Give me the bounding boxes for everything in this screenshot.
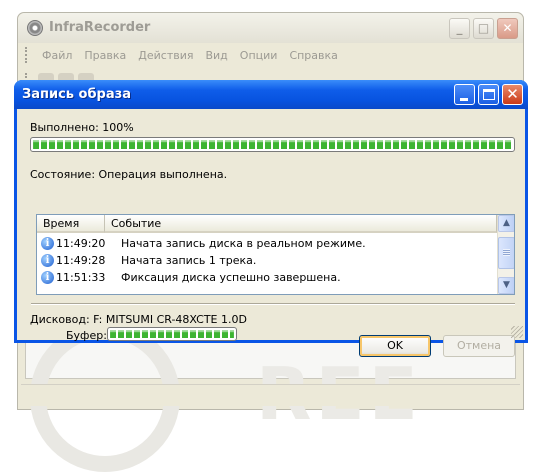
log-event: Фиксация диска успешно завершена.	[121, 271, 341, 284]
cancel-button[interactable]: Отмена	[443, 335, 515, 357]
dialog-title: Запись образа	[22, 87, 131, 102]
log-scrollbar[interactable]: ▲ ▼	[497, 215, 514, 294]
scroll-up-icon[interactable]: ▲	[498, 215, 514, 232]
log-time: 11:51:33	[56, 271, 106, 284]
info-icon: i	[41, 271, 54, 284]
total-progress-fill	[33, 140, 512, 149]
log-time: 11:49:28	[56, 254, 106, 267]
maximize-icon	[483, 89, 495, 100]
close-icon: ✕	[506, 85, 519, 103]
menu-help[interactable]: Справка	[283, 49, 343, 62]
menu-edit[interactable]: Правка	[78, 49, 132, 62]
main-titlebar[interactable]: InfraRecorder _ □ ✕	[18, 13, 523, 43]
menu-actions[interactable]: Действия	[132, 49, 199, 62]
buffer-progress-bar	[107, 327, 237, 341]
main-close-button[interactable]: ✕	[497, 18, 518, 39]
status-label: Состояние: Операция выполнена.	[30, 168, 228, 181]
ok-button[interactable]: OK	[359, 335, 431, 357]
event-log-list[interactable]: Время Событие i 11:49:20 Начата запись д…	[36, 214, 515, 295]
log-event: Начата запись 1 трека.	[121, 254, 257, 267]
main-window-title: InfraRecorder	[49, 20, 151, 35]
dialog-body: Выполнено: 100% Состояние: Операция выпо…	[17, 109, 525, 357]
log-header: Время Событие	[37, 215, 497, 233]
log-row[interactable]: i 11:49:28 Начата запись 1 трека.	[37, 252, 497, 269]
close-button[interactable]: ✕	[502, 84, 523, 105]
log-row[interactable]: i 11:49:20 Начата запись диска в реально…	[37, 235, 497, 252]
burn-image-dialog: Запись образа ✕ Выполнено: 100% Состояни…	[14, 80, 528, 357]
scroll-thumb[interactable]	[498, 237, 514, 269]
log-row[interactable]: i 11:51:33 Фиксация диска успешно заверш…	[37, 269, 497, 286]
menu-view[interactable]: Вид	[199, 49, 233, 62]
column-header-time[interactable]: Время	[37, 215, 105, 233]
total-progress-bar	[30, 137, 515, 152]
log-event: Начата запись диска в реальном режиме.	[121, 237, 366, 250]
main-statusbar	[21, 384, 520, 406]
buffer-label: Буфер:	[66, 329, 107, 342]
main-minimize-button[interactable]: _	[449, 18, 470, 39]
minimize-icon	[460, 98, 468, 101]
log-rows: i 11:49:20 Начата запись диска в реально…	[37, 235, 497, 286]
resize-grip[interactable]	[511, 326, 523, 338]
app-disc-icon	[27, 20, 43, 36]
main-maximize-button[interactable]: □	[473, 18, 494, 39]
menu-file[interactable]: Файл	[36, 49, 78, 62]
completed-label: Выполнено: 100%	[30, 121, 134, 134]
log-time: 11:49:20	[56, 237, 106, 250]
dialog-titlebar[interactable]: Запись образа ✕	[14, 80, 528, 109]
separator	[31, 303, 515, 305]
menubar-grip	[25, 47, 28, 63]
maximize-button[interactable]	[478, 84, 499, 105]
buffer-progress-fill	[110, 330, 234, 338]
column-header-event[interactable]: Событие	[105, 215, 497, 233]
info-icon: i	[41, 254, 54, 267]
drive-label: Дисковод: F: MITSUMI CR-48XCTE 1.0D	[30, 313, 247, 326]
info-icon: i	[41, 237, 54, 250]
menu-options[interactable]: Опции	[234, 49, 284, 62]
minimize-button[interactable]	[454, 84, 475, 105]
main-menubar: Файл Правка Действия Вид Опции Справка	[21, 44, 520, 66]
scroll-down-icon[interactable]: ▼	[498, 277, 514, 294]
